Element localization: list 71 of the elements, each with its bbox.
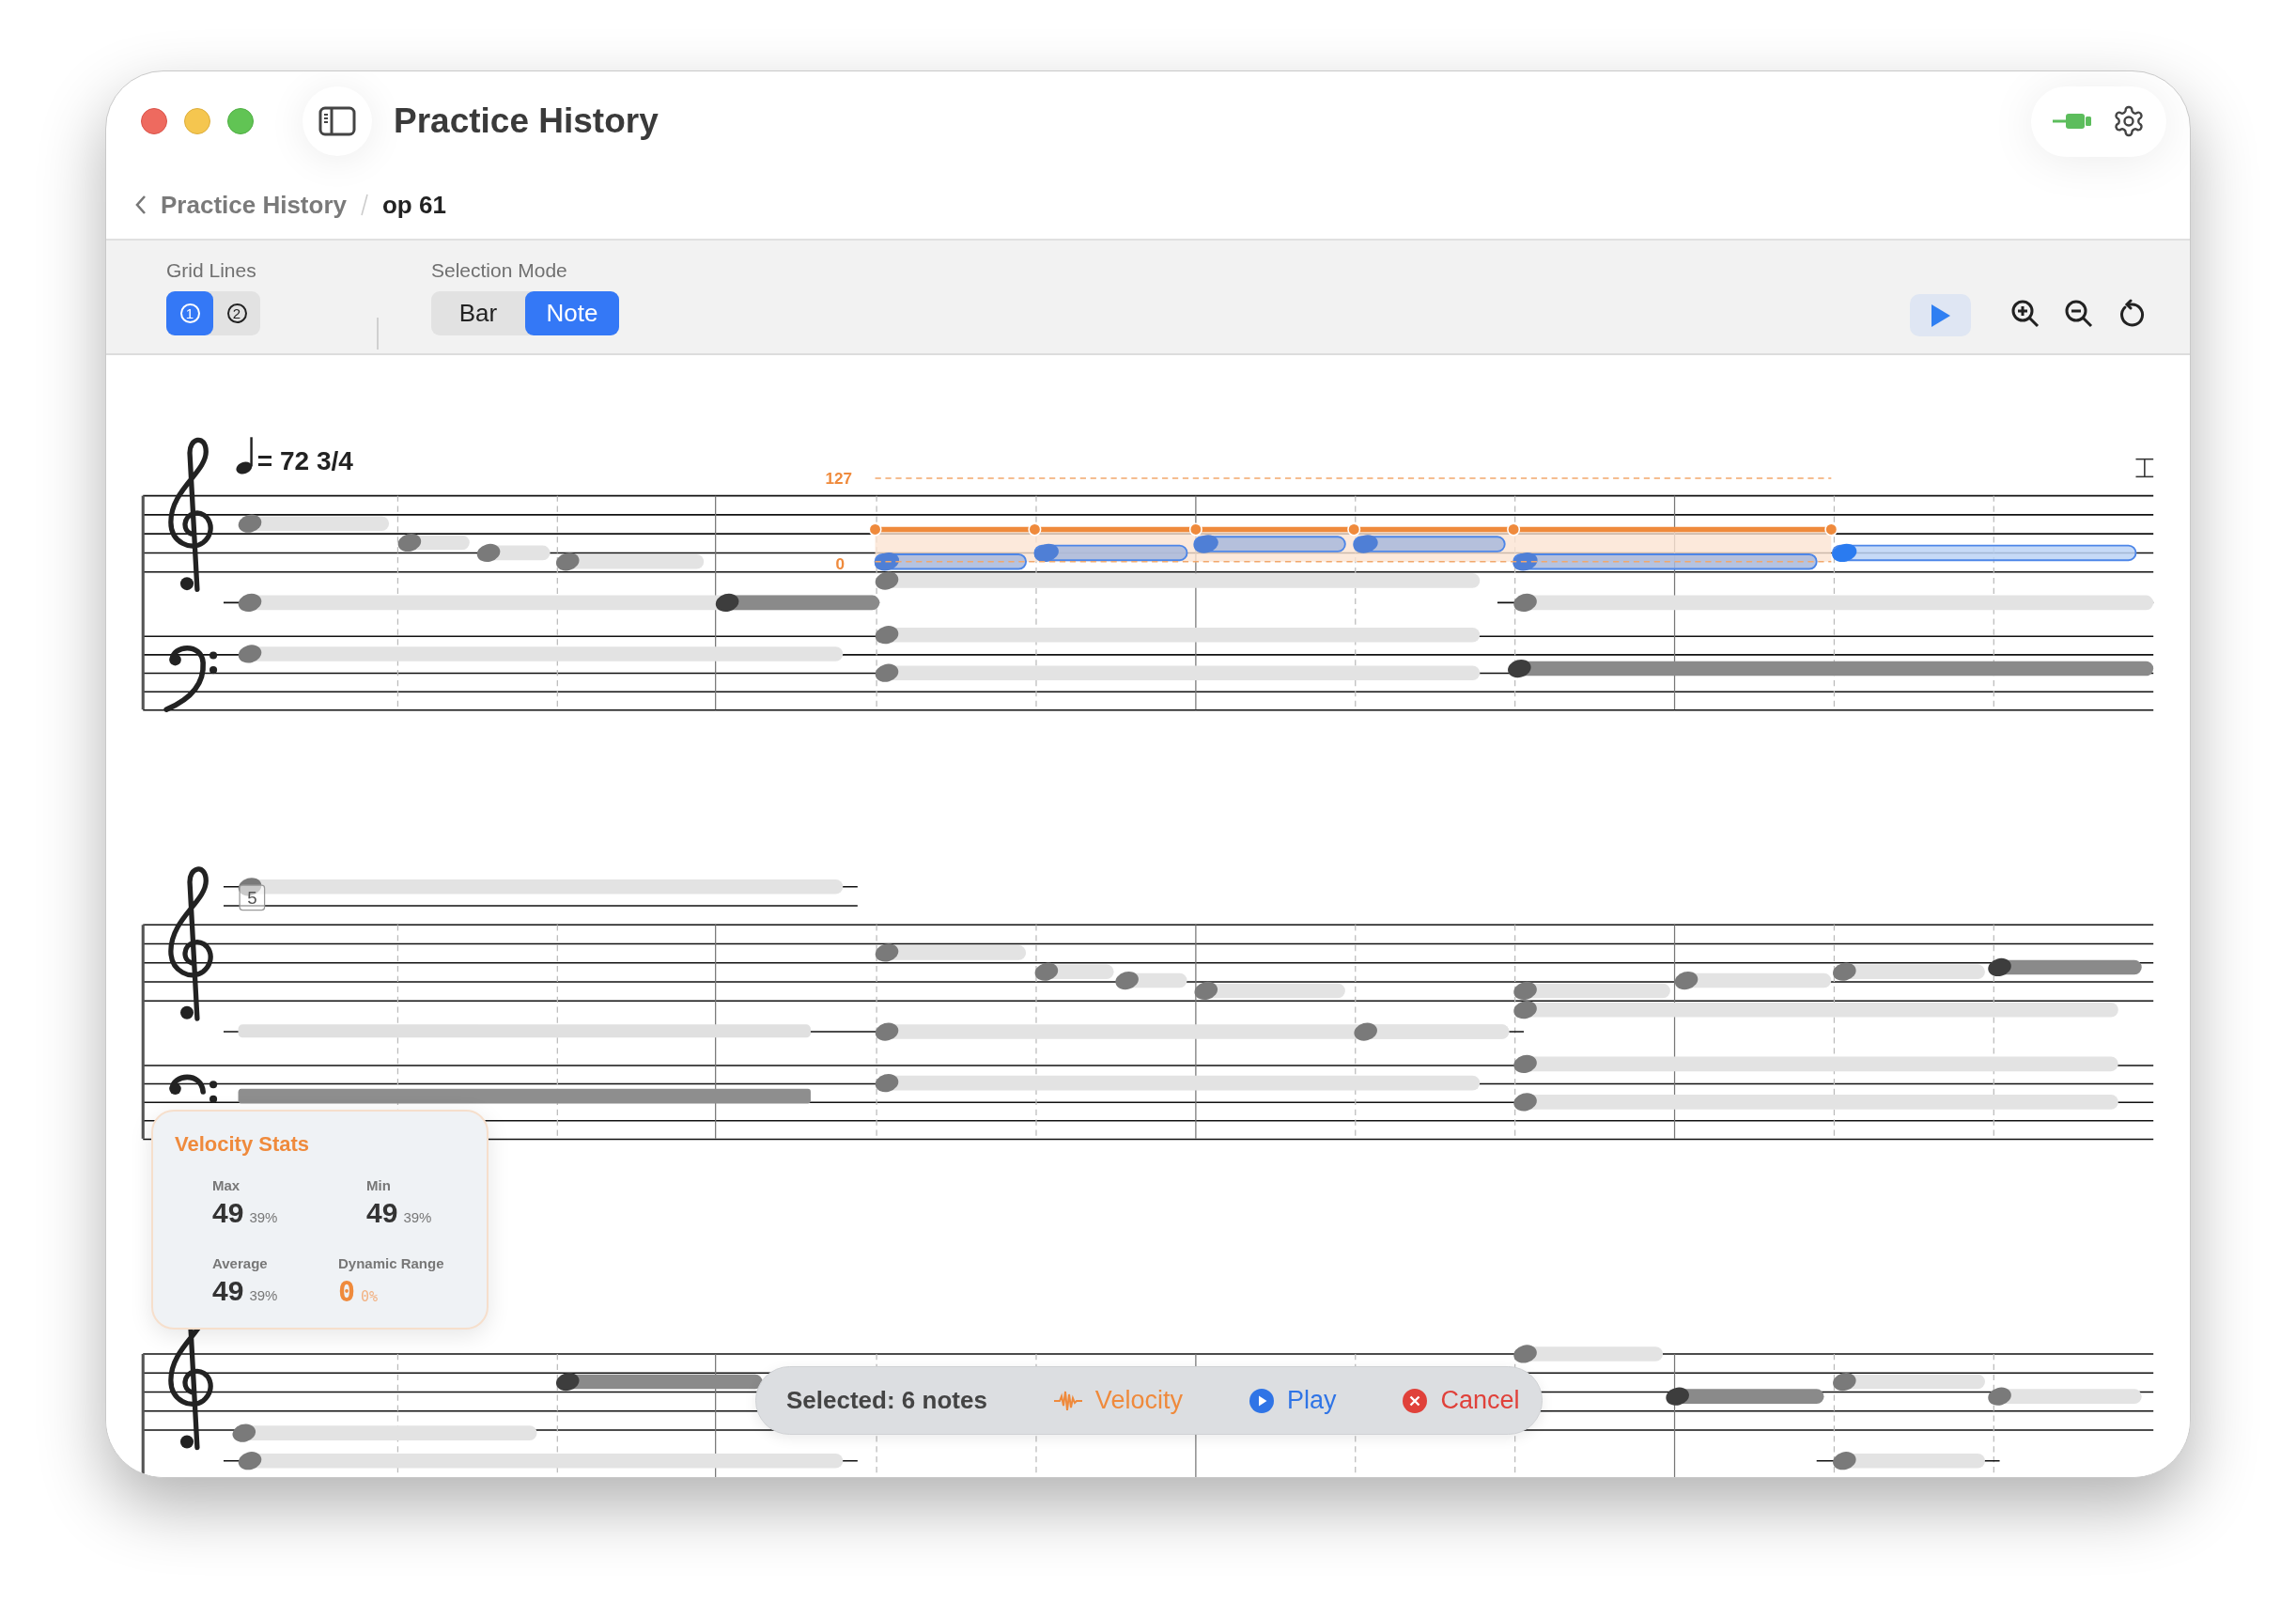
quarter-note-icon	[236, 437, 253, 475]
stat-value: 49	[212, 1275, 244, 1307]
note[interactable]	[715, 593, 880, 612]
zoom-out-icon[interactable]	[2064, 299, 2094, 329]
zoom-window-button[interactable]	[227, 108, 254, 134]
connection-button[interactable]	[2052, 112, 2092, 131]
note[interactable]	[1833, 1373, 1985, 1392]
selected-note[interactable]	[1353, 535, 1506, 553]
bass-clef-icon	[169, 1074, 218, 1103]
note[interactable]	[238, 514, 390, 533]
cable-plug-icon	[2052, 112, 2092, 131]
selected-note[interactable]	[1831, 543, 2137, 563]
note[interactable]	[1988, 957, 2142, 977]
grid-lines-option[interactable]: 2	[213, 291, 260, 335]
selected-note[interactable]	[1033, 543, 1188, 563]
velocity-line[interactable]	[868, 522, 1838, 537]
note[interactable]	[1194, 981, 1345, 1000]
note[interactable]	[556, 552, 705, 571]
stat-label: Min	[366, 1177, 392, 1193]
breadcrumb-separator	[360, 193, 369, 217]
selection-summary: Selected: 6 notes	[786, 1386, 987, 1415]
note[interactable]	[1513, 1001, 2118, 1019]
stat-percent: 0%	[361, 1288, 379, 1305]
treble-clef-icon	[168, 866, 213, 1021]
play-icon	[1929, 303, 1952, 328]
tempo-marking: = 72 3/4	[256, 445, 353, 475]
note[interactable]	[556, 1373, 763, 1392]
breadcrumb-current: op 61	[382, 190, 446, 220]
close-icon	[1402, 1387, 1429, 1414]
selected-note[interactable]	[1513, 552, 1818, 571]
play-icon	[1248, 1387, 1275, 1414]
stat-percent: 39%	[249, 1209, 278, 1225]
selection-mode-label: Selection Mode	[431, 259, 568, 282]
note[interactable]	[397, 533, 470, 552]
zoom-in-icon[interactable]	[2010, 299, 2040, 329]
close-window-button[interactable]	[141, 108, 167, 134]
card-title: Velocity Stats	[175, 1132, 311, 1157]
velocity-min-label: 0	[835, 553, 845, 573]
grid-lines-label: Grid Lines	[166, 259, 257, 282]
measure-number: 5	[239, 884, 266, 911]
selected-note[interactable]	[874, 552, 1027, 571]
play-button[interactable]	[1910, 294, 1971, 336]
stat-value: 49	[212, 1197, 244, 1229]
reset-icon[interactable]	[2118, 299, 2146, 329]
note[interactable]	[1034, 962, 1114, 981]
stat-percent: 39%	[403, 1209, 432, 1225]
bass-clef-icon	[163, 645, 218, 712]
selection-mode-option[interactable]: Bar	[431, 291, 525, 335]
stat-label: Dynamic Range	[338, 1255, 445, 1271]
note[interactable]	[875, 943, 1027, 962]
stat-value: 0	[338, 1275, 356, 1308]
play-button[interactable]: Play	[1246, 1386, 1337, 1415]
velocity-max-label: 127	[825, 469, 853, 489]
treble-clef-icon	[168, 437, 213, 593]
note[interactable]	[1833, 962, 1985, 981]
note[interactable]	[875, 571, 1481, 590]
breadcrumb-link[interactable]: Practice History	[161, 190, 347, 220]
selection-mode-option[interactable]: Note	[525, 291, 619, 335]
note[interactable]	[1508, 659, 2154, 678]
sidebar-icon	[318, 106, 356, 136]
window-title: Practice History	[394, 101, 659, 141]
selected-note[interactable]	[1193, 535, 1346, 553]
grid-lines-option[interactable]: 1	[166, 291, 213, 335]
chevron-left-icon[interactable]	[134, 194, 147, 215]
stat-label: Max	[212, 1177, 241, 1193]
end-mark	[2134, 458, 2154, 478]
stat-percent: 39%	[249, 1287, 278, 1303]
stat-value: 49	[366, 1197, 398, 1229]
cancel-button[interactable]: Cancel	[1400, 1386, 1520, 1415]
note[interactable]	[1666, 1387, 1824, 1406]
note[interactable]	[1513, 981, 1670, 1000]
